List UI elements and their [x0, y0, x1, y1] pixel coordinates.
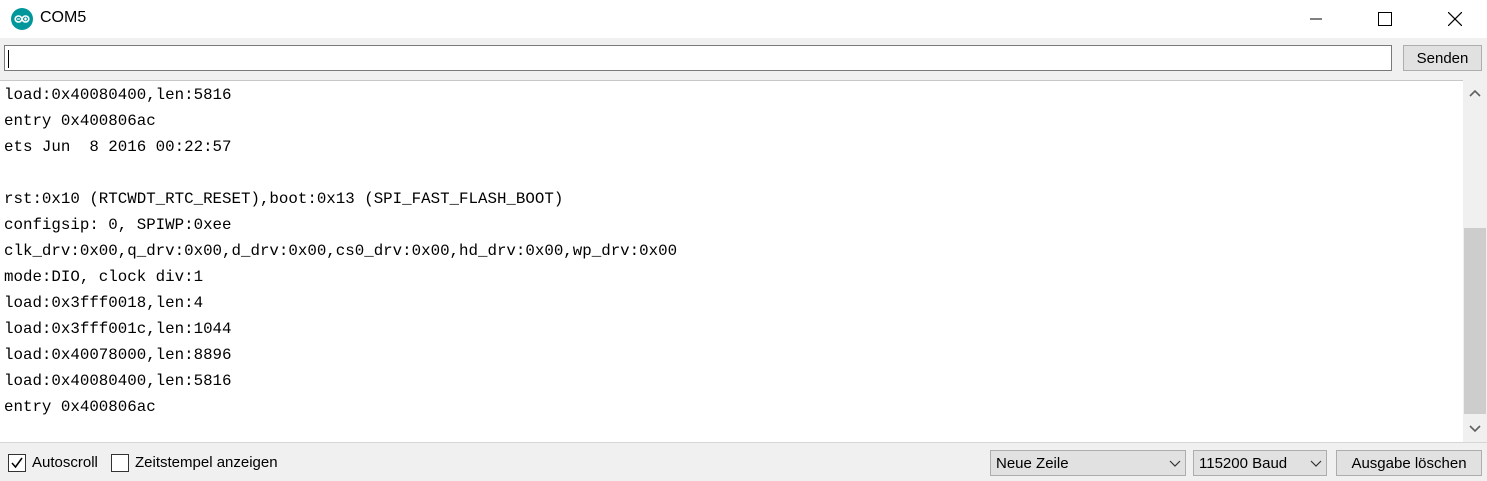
- output-line: mode:DIO, clock div:1: [4, 268, 204, 286]
- timestamp-label: Zeitstempel anzeigen: [135, 454, 278, 471]
- line-ending-select[interactable]: Neue Zeile: [990, 450, 1186, 476]
- output-line: entry 0x400806ac: [4, 112, 156, 130]
- output-line: load:0x3fff001c,len:1044: [4, 320, 232, 338]
- checkmark-icon: [11, 457, 23, 469]
- output-line: load:0x3fff0018,len:4: [4, 294, 204, 312]
- autoscroll-label: Autoscroll: [32, 454, 98, 471]
- serial-output[interactable]: load:0x40080400,len:5816 entry 0x400806a…: [0, 80, 1463, 442]
- output-line: entry 0x400806ac: [4, 398, 156, 416]
- output-line: configsip: 0, SPIWP:0xee: [4, 216, 232, 234]
- vertical-scrollbar[interactable]: [1463, 80, 1487, 442]
- send-button[interactable]: Senden: [1403, 45, 1482, 71]
- title-bar: COM5: [0, 0, 1487, 38]
- send-input[interactable]: [4, 45, 1392, 71]
- line-ending-value: Neue Zeile: [996, 455, 1069, 472]
- maximize-button[interactable]: [1362, 0, 1408, 38]
- maximize-icon: [1378, 12, 1392, 26]
- scroll-thumb[interactable]: [1464, 228, 1486, 414]
- chevron-down-icon: [1469, 425, 1481, 433]
- output-line: load:0x40080400,len:5816: [4, 86, 232, 104]
- output-line: ets Jun 8 2016 00:22:57: [4, 138, 232, 156]
- scroll-down-button[interactable]: [1463, 416, 1487, 442]
- minimize-icon: [1310, 18, 1322, 20]
- chevron-down-icon: [1310, 460, 1322, 467]
- status-bar: Autoscroll Zeitstempel anzeigen Neue Zei…: [0, 442, 1487, 481]
- chevron-up-icon: [1469, 89, 1481, 97]
- close-button[interactable]: [1432, 0, 1478, 38]
- output-line: load:0x40080400,len:5816: [4, 372, 232, 390]
- baud-rate-select[interactable]: 115200 Baud: [1193, 450, 1327, 476]
- window-title: COM5: [40, 9, 87, 26]
- arduino-icon: [11, 8, 33, 30]
- scroll-up-button[interactable]: [1463, 80, 1487, 106]
- baud-rate-value: 115200 Baud: [1199, 455, 1288, 472]
- autoscroll-checkbox[interactable]: [8, 454, 26, 472]
- output-line: rst:0x10 (RTCWDT_RTC_RESET),boot:0x13 (S…: [4, 190, 564, 208]
- timestamp-checkbox[interactable]: [111, 454, 129, 472]
- output-line: clk_drv:0x00,q_drv:0x00,d_drv:0x00,cs0_d…: [4, 242, 678, 260]
- chevron-down-icon: [1169, 460, 1181, 467]
- text-caret: [8, 50, 9, 68]
- minimize-button[interactable]: [1293, 0, 1339, 38]
- send-row: Senden: [0, 38, 1487, 80]
- output-line: load:0x40078000,len:8896: [4, 346, 232, 364]
- close-icon: [1448, 12, 1462, 26]
- clear-output-button[interactable]: Ausgabe löschen: [1336, 450, 1482, 476]
